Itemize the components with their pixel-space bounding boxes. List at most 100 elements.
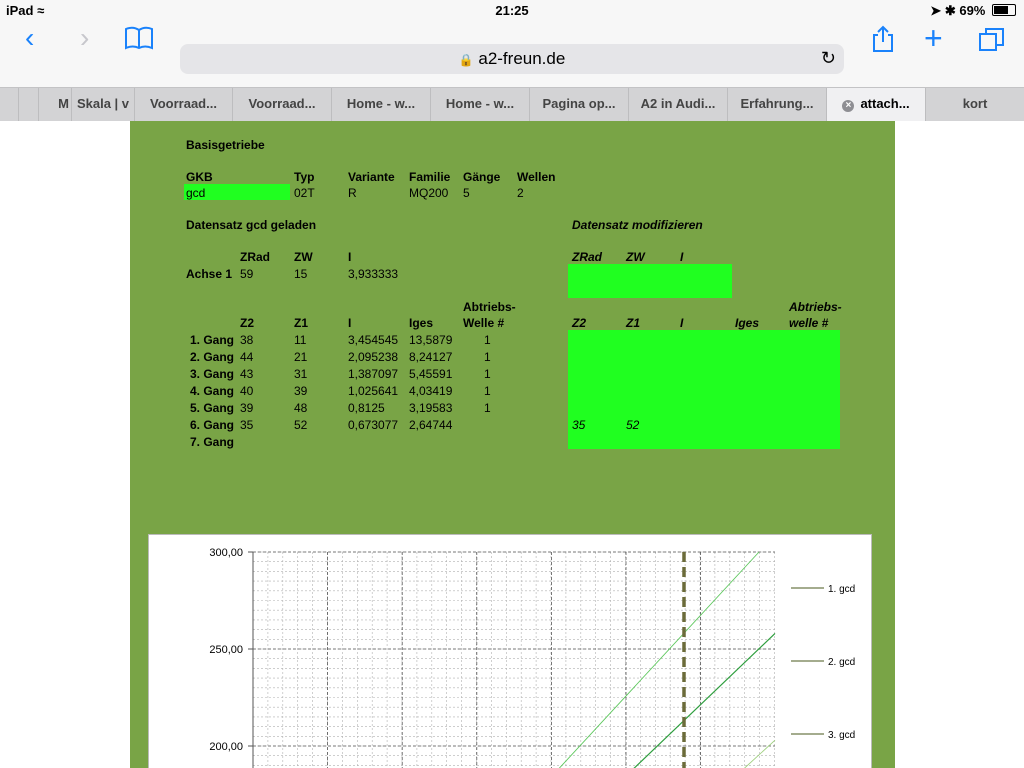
page-content: Basisgetriebe GKB Typ Variante Familie G… <box>0 121 1024 768</box>
gear-cell-welle: 1 <box>484 384 491 398</box>
value-gaenge: 5 <box>463 186 470 200</box>
gear-cell-z1: 31 <box>294 367 308 381</box>
gear-cell-z2: 35 <box>240 418 254 432</box>
gear-cell-i: 0,673077 <box>348 418 399 432</box>
status-bar: iPad ≈ 21:25 ➤ ✱ 69% <box>0 0 1024 20</box>
battery-icon <box>992 4 1016 16</box>
tab[interactable]: Erfahrung... <box>728 88 827 121</box>
tab[interactable]: Voorraad... <box>135 88 233 121</box>
gear-cell-iges: 8,24127 <box>409 350 453 364</box>
mod-header-z1: Z1 <box>626 316 641 330</box>
value-typ: 02T <box>294 186 315 200</box>
gear-cell-welle: 1 <box>484 333 491 347</box>
gear-chart: 300,00 250,00 200,00 1. gcd 2. gcd 3. gcd <box>148 534 872 768</box>
lock-icon: 🔒 <box>458 53 474 67</box>
header-i: I <box>348 250 352 264</box>
gear-cell-iges: 4,03419 <box>409 384 453 398</box>
share-icon[interactable] <box>871 25 895 58</box>
y-tick-label: 200,00 <box>209 741 243 753</box>
tab[interactable]: M <box>39 88 72 121</box>
bluetooth-icon: ✱ <box>944 3 956 18</box>
tab[interactable]: kort <box>926 88 1024 121</box>
gear-cell-z2: 40 <box>240 384 254 398</box>
header-abtriebs: Abtriebs- <box>463 300 516 314</box>
value-wellen: 2 <box>517 186 524 200</box>
mod-header-abtriebs: Abtriebs- <box>789 300 842 314</box>
mod-axis-input-area[interactable] <box>568 264 732 298</box>
gear-cell-welle: 1 <box>484 350 491 364</box>
tab[interactable]: Skala | v <box>72 88 135 121</box>
header-familie: Familie <box>409 170 451 184</box>
battery-percent: 69% <box>959 3 986 18</box>
tab[interactable] <box>0 88 19 121</box>
mod-header-zw: ZW <box>626 250 645 264</box>
tab[interactable]: Voorraad... <box>233 88 332 121</box>
sheet-title: Basisgetriebe <box>186 138 265 152</box>
gear-cell-welle: 1 <box>484 401 491 415</box>
gear-cell-i: 0,8125 <box>348 401 385 415</box>
mod-gear6-z1: 52 <box>626 418 640 432</box>
bookmarks-icon[interactable] <box>124 26 154 55</box>
gear-cell-iges: 3,19583 <box>409 401 453 415</box>
gear-cell-z1: 52 <box>294 418 308 432</box>
gear-label: 1. Gang <box>189 333 234 347</box>
location-icon: ➤ <box>930 3 942 18</box>
axis-label: Achse 1 <box>186 267 233 281</box>
gear-cell-i: 3,454545 <box>348 333 399 347</box>
tab[interactable]: A2 in Audi... <box>629 88 728 121</box>
mod-header-z2: Z2 <box>572 316 587 330</box>
modify-title: Datensatz modifizieren <box>572 218 703 232</box>
gear-cell-i: 2,095238 <box>348 350 399 364</box>
gear-label: 3. Gang <box>189 367 234 381</box>
gear-label: 2. Gang <box>189 350 234 364</box>
new-tab-icon[interactable]: + <box>924 22 943 54</box>
tab-active[interactable]: × attach... <box>827 88 926 121</box>
legend-label: 2. gcd <box>828 657 855 668</box>
gear-cell-iges: 5,45591 <box>409 367 453 381</box>
header-z1: Z1 <box>294 316 309 330</box>
header-zrad: ZRad <box>240 250 270 264</box>
value-variante: R <box>348 186 357 200</box>
reload-icon[interactable]: ↻ <box>821 48 836 69</box>
gear-label: 6. Gang <box>189 418 234 432</box>
chart-svg: 300,00 250,00 200,00 1. gcd 2. gcd 3. gcd <box>209 547 855 768</box>
tabs-overview-icon[interactable] <box>978 26 1006 59</box>
mod-header-welle: welle # <box>789 316 829 330</box>
url-text: a2-freun.de <box>478 49 566 68</box>
address-bar[interactable]: 🔒 a2-freun.de ↻ <box>180 44 844 74</box>
series-line <box>558 551 760 768</box>
mod-header-i: I <box>680 316 684 330</box>
mod-header-zrad: ZRad <box>572 250 602 264</box>
close-tab-icon[interactable]: × <box>842 100 855 112</box>
tab[interactable]: Home - w... <box>332 88 431 121</box>
tab[interactable]: Pagina op... <box>530 88 629 121</box>
header-variante: Variante <box>348 170 395 184</box>
gear-cell-z1: 11 <box>294 333 307 347</box>
gear-label: 5. Gang <box>189 401 234 415</box>
gear-cell-z1: 48 <box>294 401 308 415</box>
status-right: ➤ ✱ 69% <box>930 3 1016 19</box>
header-gear-i: I <box>348 316 352 330</box>
legend-label: 3. gcd <box>828 730 855 741</box>
gear-cell-z2: 43 <box>240 367 254 381</box>
gear-cell-i: 1,025641 <box>348 384 399 398</box>
gear-label: 7. Gang <box>189 435 234 449</box>
tab[interactable] <box>19 88 39 121</box>
axis-i: 3,933333 <box>348 267 399 281</box>
mod-gear-input-area[interactable] <box>568 330 840 449</box>
series-line <box>743 739 776 768</box>
header-iges: Iges <box>409 316 434 330</box>
header-gaenge: Gänge <box>463 170 501 184</box>
back-icon[interactable]: ‹ <box>25 24 34 52</box>
forward-icon[interactable]: › <box>80 24 89 52</box>
mod-header-i: I <box>680 250 684 264</box>
gear-cell-iges: 13,5879 <box>409 333 453 347</box>
gear-cell-welle: 1 <box>484 367 491 381</box>
tab-bar: M Skala | v Voorraad... Voorraad... Home… <box>0 87 1024 122</box>
axis-zrad: 59 <box>240 267 254 281</box>
gear-cell-i: 1,387097 <box>348 367 399 381</box>
header-zw: ZW <box>294 250 313 264</box>
gear-cell-z2: 44 <box>240 350 254 364</box>
gear-cell-z1: 39 <box>294 384 308 398</box>
tab[interactable]: Home - w... <box>431 88 530 121</box>
